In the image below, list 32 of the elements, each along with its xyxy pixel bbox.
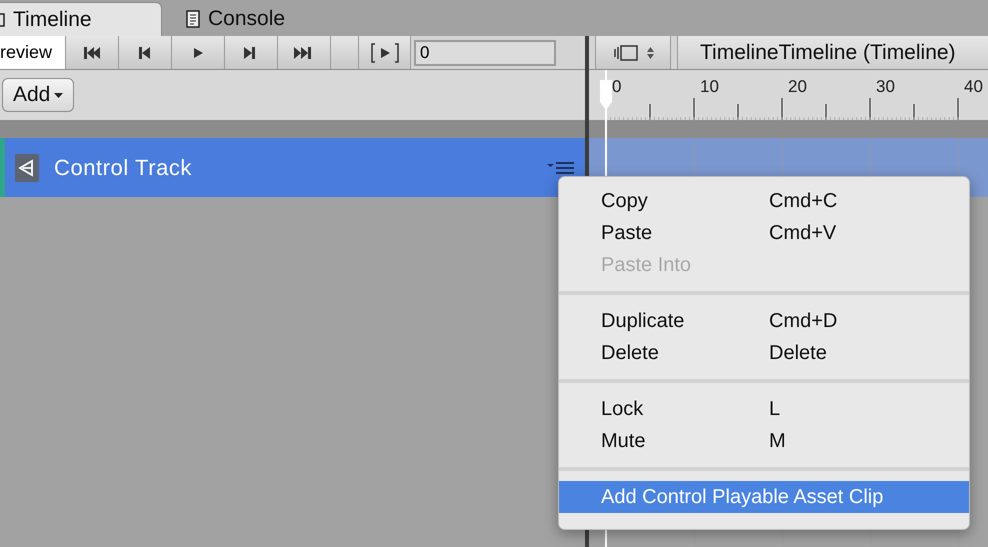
menu-item[interactable]: Delete: [601, 338, 769, 368]
menu-item[interactable]: Mute: [601, 426, 769, 456]
menu-item[interactable]: Lock: [601, 394, 769, 424]
document-icon: [186, 10, 200, 28]
preview-button[interactable]: review: [0, 36, 66, 69]
tab[interactable]: Timeline: [0, 2, 162, 36]
ruler-label: 10: [700, 76, 719, 98]
shortcut-label: Cmd+C: [769, 189, 838, 214]
shortcut-label: Delete: [769, 341, 827, 366]
frame-field[interactable]: 0: [414, 40, 556, 66]
menu-item[interactable]: Duplicate: [601, 306, 769, 336]
menu-item[interactable]: Paste: [601, 218, 769, 248]
ruler-label: 20: [788, 76, 807, 98]
track-menu-icon[interactable]: [547, 162, 575, 174]
shortcut-label: L: [769, 397, 780, 422]
ruler-label: 40: [964, 76, 983, 98]
shortcut-label: Cmd+V: [769, 221, 836, 246]
menu-item[interactable]: Copy: [601, 186, 769, 216]
stepper-icon[interactable]: [646, 46, 654, 58]
track-header[interactable]: Control Track: [0, 138, 585, 197]
timeline-asset-name: TimelineTimeline (Timeline): [677, 36, 988, 69]
track-name: Control Track: [54, 154, 193, 182]
shortcut-label: M: [769, 429, 786, 454]
play-range-icon[interactable]: [370, 42, 400, 64]
ruler-label: 0: [612, 76, 622, 98]
control-track-icon: [15, 154, 39, 182]
tab[interactable]: Console: [162, 2, 302, 36]
view-toggle-icon[interactable]: [612, 44, 638, 62]
add-button[interactable]: Add: [2, 78, 74, 112]
shortcut-label: Cmd+D: [769, 309, 838, 334]
ruler-label: 30: [876, 76, 895, 98]
caret-icon: [54, 92, 64, 98]
